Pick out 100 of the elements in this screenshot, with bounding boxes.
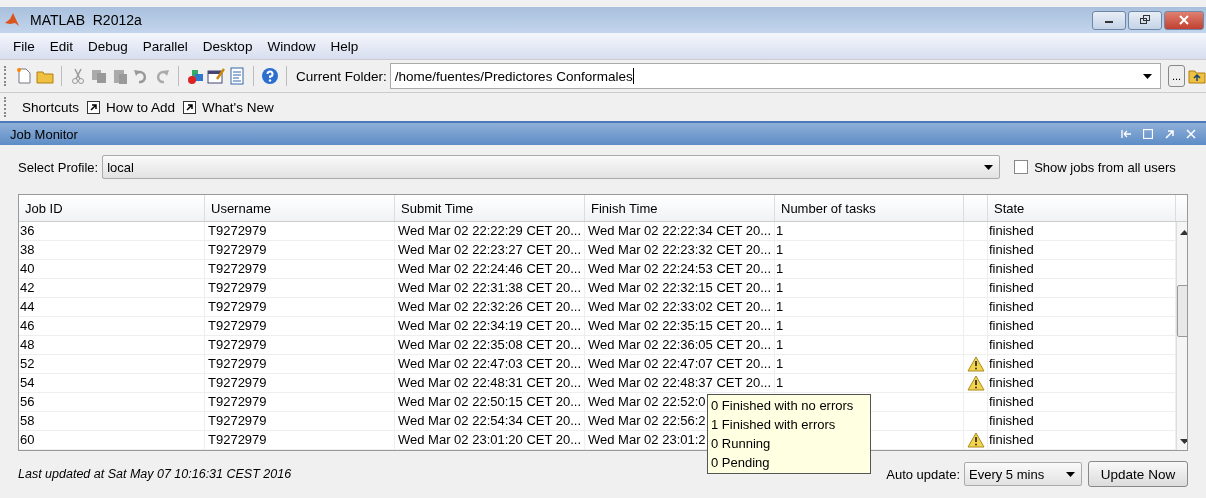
parent-folder-icon[interactable] [1188,67,1206,85]
table-cell: Wed Mar 02 22:33:02 CET 20... [588,298,772,316]
shortcut-icon [87,100,101,114]
column-header[interactable]: Submit Time [395,195,585,221]
menu-item[interactable]: Debug [81,38,136,54]
table-cell: 1 [776,241,784,259]
shortcut-link[interactable]: What's New [202,99,274,115]
warning-icon [967,375,985,391]
table-cell: Wed Mar 02 22:54:34 CET 20... [398,412,582,430]
minimize-button[interactable] [1092,10,1126,30]
table-cell: T9272979 [208,317,267,335]
warning-icon [967,356,985,372]
table-cell: 40 [20,260,35,278]
table-cell: 1 [776,298,784,316]
table-cell: Wed Mar 02 22:48:37 CET 20... [588,374,772,392]
menu-item[interactable]: Help [323,38,367,54]
auto-update-dropdown[interactable]: Every 5 mins [964,462,1082,486]
column-header[interactable]: Number of tasks [775,195,964,221]
tooltip-line: 0 Pending [711,454,771,472]
table-cell: Wed Mar 02 22:23:32 CET 20... [588,241,772,259]
table-cell: finished [989,355,1034,373]
menu-item[interactable]: Desktop [195,38,261,54]
profile-label: Select Profile: [18,159,99,175]
restore-button[interactable] [1128,10,1162,30]
column-header[interactable]: Finish Time [585,195,775,221]
last-updated-text: Last updated at Sat May 07 10:16:31 CEST 2016 [18,467,292,481]
update-now-button[interactable]: Update Now [1088,461,1188,487]
table-cell: T9272979 [208,336,267,354]
browse-button[interactable]: ... [1168,65,1185,87]
table-cell: Wed Mar 02 22:23:27 CET 20... [398,241,582,259]
table-cell: 42 [20,279,35,297]
help-icon[interactable] [261,67,279,85]
column-header[interactable]: State [988,195,1176,221]
table-cell: Wed Mar 02 22:22:29 CET 20... [398,222,582,240]
table-cell: Wed Mar 02 22:56:2 [588,412,706,430]
menu-item[interactable]: File [6,38,43,54]
table-cell: Wed Mar 02 22:34:19 CET 20... [398,317,582,335]
table-cell: Wed Mar 02 22:31:38 CET 20... [398,279,582,297]
table-cell: finished [989,298,1034,316]
table-cell: Wed Mar 02 22:36:05 CET 20... [588,336,772,354]
scrollbar[interactable] [1176,222,1187,450]
dropdown-arrow-icon [1066,471,1075,477]
table-cell: T9272979 [208,222,267,240]
close-button[interactable] [1164,10,1204,30]
scroll-down-icon [1179,439,1187,444]
table-cell: 38 [20,241,35,259]
current-folder-field[interactable]: /home/fuentes/Predictores Conformales [389,63,1161,89]
table-cell: Wed Mar 02 22:50:15 CET 20... [398,393,582,411]
menu-item[interactable]: Edit [42,38,82,54]
table-cell: finished [989,393,1034,411]
table-cell: Wed Mar 02 22:48:31 CET 20... [398,374,582,392]
table-cell: T9272979 [208,393,267,411]
close-icon[interactable] [1186,129,1196,139]
table-cell: 1 [776,336,784,354]
warning-icon [967,432,985,448]
column-header[interactable]: Username [205,195,395,221]
table-cell: finished [989,431,1034,449]
shortcut-link[interactable]: How to Add [106,99,176,115]
table-cell: T9272979 [208,412,267,430]
table-cell: 56 [20,393,35,411]
table-cell: Wed Mar 02 22:47:03 CET 20... [398,355,582,373]
table-cell: finished [989,336,1034,354]
close-icon [1178,15,1190,25]
menu-item[interactable]: Window [260,38,324,54]
table-cell: finished [989,241,1034,259]
table-cell: finished [989,317,1034,335]
profile-dropdown[interactable]: local [102,155,1001,179]
maximize-icon[interactable] [1143,129,1153,139]
tooltip-line: 0 Running [711,435,772,453]
logo-icon [4,12,20,28]
table-cell: finished [989,279,1034,297]
dock-icon[interactable] [1121,130,1131,138]
table-cell: T9272979 [208,260,267,278]
table-cell: Wed Mar 02 22:24:53 CET 20... [588,260,772,278]
panel-title: Job Monitor [10,126,78,142]
table-cell: T9272979 [208,241,267,259]
table-cell: finished [989,260,1034,278]
table-cell: Wed Mar 02 22:47:07 CET 20... [588,355,772,373]
scroll-thumb[interactable] [1177,285,1187,337]
table-cell: T9272979 [208,374,267,392]
window-title: MATLAB R2012a [30,12,142,28]
dropdown-arrow-icon [1143,73,1152,79]
shortcut-icon [183,100,197,114]
copy-icon[interactable] [90,67,108,85]
table-cell: Wed Mar 02 22:52:0 [588,393,706,411]
menu-item[interactable]: Parallel [135,38,196,54]
table-cell: 52 [20,355,35,373]
table-cell: Wed Mar 02 22:24:46 CET 20... [398,260,582,278]
cut-icon[interactable] [69,67,87,85]
new-file-icon[interactable] [15,67,33,85]
table-cell: finished [989,412,1034,430]
table-cell: 58 [20,412,35,430]
show-all-checkbox[interactable] [1014,160,1029,174]
column-header[interactable]: Job ID [19,195,205,221]
table-cell: 1 [776,222,784,240]
table-cell: Wed Mar 02 22:32:26 CET 20... [398,298,582,316]
table-cell: 1 [776,260,784,278]
paste-icon[interactable] [111,67,129,85]
table-cell: Wed Mar 02 22:32:15 CET 20... [588,279,772,297]
undock-icon[interactable] [1165,129,1174,139]
